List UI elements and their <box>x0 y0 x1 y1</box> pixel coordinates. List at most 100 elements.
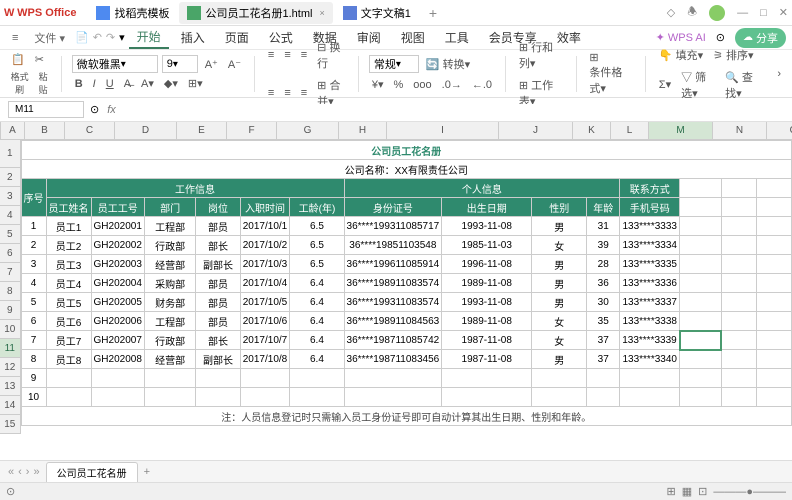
col-header[interactable]: J <box>499 122 573 139</box>
save-icon[interactable]: 📄 <box>75 31 89 44</box>
font-size-select[interactable]: 9 ▾ <box>162 55 198 73</box>
col-header[interactable]: M <box>649 122 713 139</box>
font-color-icon[interactable]: A▾ <box>138 75 157 92</box>
wps-ai-button[interactable]: ✦ WPS AI <box>656 31 706 44</box>
number-format-select[interactable]: 常规 ▾ <box>369 55 419 73</box>
sheet-nav-last-icon[interactable]: » <box>33 466 39 478</box>
fx-dropdown-icon[interactable]: ⊙ <box>90 103 99 116</box>
file-tab[interactable]: 找稻壳模板 <box>88 2 177 24</box>
row-header[interactable]: 10 <box>0 320 21 339</box>
align-top-icon[interactable]: ≡ <box>265 47 277 63</box>
sheet-nav-next-icon[interactable]: › <box>26 466 30 478</box>
sort-button[interactable]: ⚞ 排序▾ <box>710 45 756 65</box>
row-header[interactable]: 14 <box>0 396 21 415</box>
rowcol-button[interactable]: ⊞ 行和列▾ <box>516 37 566 73</box>
row-header[interactable]: 1 <box>0 140 21 168</box>
fill-button[interactable]: 👇 填充▾ <box>656 45 706 65</box>
col-header[interactable]: N <box>713 122 767 139</box>
row-header[interactable]: 12 <box>0 358 21 377</box>
align-bot-icon[interactable]: ≡ <box>298 47 310 63</box>
row-header[interactable]: 4 <box>0 206 21 225</box>
col-header[interactable]: O <box>767 122 792 139</box>
view-page-icon[interactable]: ▦ <box>682 485 692 498</box>
align-mid-icon[interactable]: ≡ <box>281 47 293 63</box>
menu-insert[interactable]: 插入 <box>173 27 213 48</box>
dec-inc-icon[interactable]: .0→ <box>439 77 465 93</box>
close-icon[interactable]: × <box>319 8 324 18</box>
hamburger-icon[interactable]: ≡ <box>6 30 24 46</box>
italic-icon[interactable]: I <box>90 76 99 92</box>
redo-icon[interactable]: ↷ <box>106 31 115 44</box>
menu-review[interactable]: 审阅 <box>349 27 389 48</box>
find-button[interactable]: 🔍 查找▾ <box>722 67 764 103</box>
cell-name-box[interactable]: M11 <box>8 101 84 118</box>
bold-icon[interactable]: B <box>72 76 86 92</box>
cells-area[interactable]: 公司员工花名册公司名称：XX有限责任公司序号工作信息个人信息联系方式员工姓名员工… <box>21 140 792 434</box>
filter-icon[interactable]: ▽ 筛选▾ <box>678 67 718 103</box>
msg-icon[interactable]: ◇ <box>667 6 675 19</box>
wrap-button[interactable]: ⊟ 换行 <box>314 37 348 73</box>
status-icon[interactable]: ⊙ <box>6 485 15 498</box>
fx-icon[interactable]: fx <box>107 104 116 116</box>
align-center-icon[interactable]: ≡ <box>281 85 293 101</box>
file-tab[interactable]: 文字文稿1 <box>335 2 419 24</box>
align-left-icon[interactable]: ≡ <box>265 85 277 101</box>
add-tab-button[interactable]: + <box>421 5 445 21</box>
file-tab[interactable]: 公司员工花名册1.html× <box>179 2 332 24</box>
row-header[interactable]: 3 <box>0 187 21 206</box>
row-header[interactable]: 13 <box>0 377 21 396</box>
font-name-select[interactable]: 微软雅黑 ▾ <box>72 55 158 73</box>
sheet-nav-prev-icon[interactable]: ‹ <box>18 466 22 478</box>
percent-icon[interactable]: % <box>391 77 407 93</box>
expand-icon[interactable]: › <box>774 66 784 82</box>
maximize-button[interactable]: □ <box>760 7 767 19</box>
more-icon[interactable]: ▾ <box>119 31 125 44</box>
bell-icon[interactable]: 🕭 <box>687 3 697 22</box>
minimize-button[interactable]: — <box>737 7 748 19</box>
close-button[interactable]: ✕ <box>779 6 788 19</box>
strike-icon[interactable]: A̶ <box>121 76 134 92</box>
align-right-icon[interactable]: ≡ <box>298 85 310 101</box>
inc-font-icon[interactable]: A⁺ <box>202 56 221 73</box>
col-header[interactable]: B <box>25 122 65 139</box>
zoom-slider[interactable]: ———●——— <box>713 486 786 498</box>
row-header[interactable]: 6 <box>0 244 21 263</box>
dec-font-icon[interactable]: A⁻ <box>225 56 244 73</box>
col-header[interactable]: L <box>611 122 649 139</box>
row-header[interactable]: 9 <box>0 301 21 320</box>
formula-input[interactable] <box>124 104 784 116</box>
row-header[interactable]: 5 <box>0 225 21 244</box>
row-header[interactable]: 7 <box>0 263 21 282</box>
row-header[interactable]: 11 <box>0 339 21 358</box>
menu-start[interactable]: 开始 <box>129 26 169 49</box>
menu-view[interactable]: 视图 <box>393 27 433 48</box>
sum-icon[interactable]: Σ▾ <box>656 76 674 93</box>
col-header[interactable]: K <box>573 122 611 139</box>
sheet-nav-first-icon[interactable]: « <box>8 466 14 478</box>
row-header[interactable]: 8 <box>0 282 21 301</box>
convert-icon[interactable]: 🔄 转换▾ <box>423 54 473 74</box>
col-header[interactable]: A <box>1 122 25 139</box>
col-header[interactable]: G <box>277 122 339 139</box>
undo-icon[interactable]: ↶ <box>93 31 102 44</box>
col-header[interactable]: F <box>227 122 277 139</box>
currency-icon[interactable]: ¥▾ <box>369 76 387 93</box>
view-break-icon[interactable]: ⊡ <box>698 485 707 498</box>
cond-fmt-button[interactable]: ⊞条件格式▾ <box>586 49 635 98</box>
paste-icon[interactable]: 📋 <box>8 51 28 68</box>
format-brush-label[interactable]: 格式刷 <box>8 70 31 96</box>
col-header[interactable]: C <box>65 122 115 139</box>
cut-icon[interactable]: ✂ <box>32 51 47 68</box>
sheet-tab[interactable]: 公司员工花名册 <box>46 462 138 482</box>
dec-dec-icon[interactable]: ←.0 <box>469 77 495 93</box>
paste-label[interactable]: 粘贴 <box>35 70 51 96</box>
comma-icon[interactable]: ооо <box>410 77 434 93</box>
search-icon[interactable]: ⊙ <box>716 31 725 44</box>
menu-tools[interactable]: 工具 <box>437 27 477 48</box>
avatar-icon[interactable] <box>709 5 725 21</box>
underline-icon[interactable]: U <box>103 76 117 92</box>
row-header[interactable]: 2 <box>0 168 21 187</box>
add-sheet-button[interactable]: + <box>144 466 150 478</box>
col-header[interactable]: D <box>115 122 177 139</box>
view-normal-icon[interactable]: ⊞ <box>667 485 676 498</box>
